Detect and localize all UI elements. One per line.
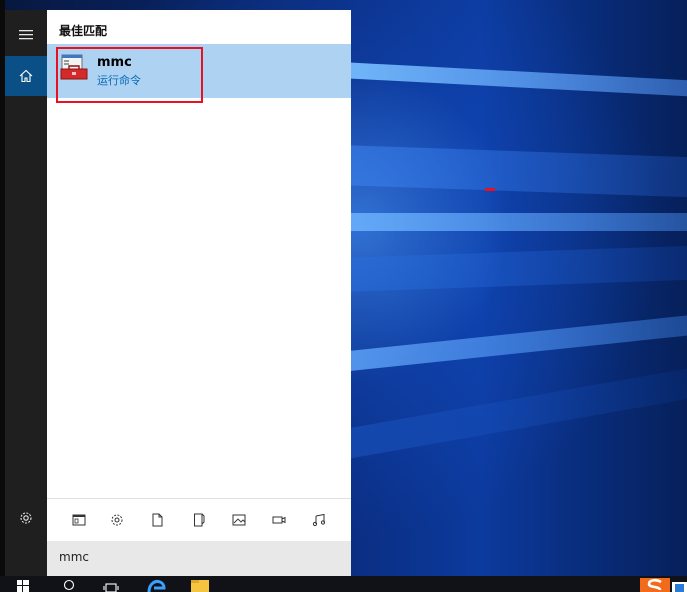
- light-beam: [339, 145, 687, 198]
- hamburger-menu-button[interactable]: [5, 14, 47, 54]
- start-button[interactable]: [16, 576, 30, 592]
- hamburger-menu-icon: [19, 30, 33, 40]
- filter-settings[interactable]: [105, 508, 129, 532]
- light-beam: [337, 367, 687, 460]
- home-icon: [19, 69, 33, 83]
- filter-documents[interactable]: [145, 508, 169, 532]
- edge-icon: [147, 580, 166, 592]
- sogou-ime-button[interactable]: [640, 576, 687, 592]
- light-beam: [340, 213, 687, 231]
- edge-button[interactable]: [146, 576, 166, 592]
- sogou-ime-icon: [640, 578, 687, 592]
- music-icon: [312, 513, 326, 527]
- folder-icon: [194, 513, 205, 527]
- search-filter-bar: [47, 498, 351, 541]
- search-icon: [63, 579, 75, 591]
- settings-button[interactable]: [5, 498, 47, 538]
- light-beam: [338, 314, 687, 372]
- file-explorer-button[interactable]: [190, 576, 210, 592]
- light-beam: [339, 245, 687, 292]
- taskbar: [0, 576, 687, 592]
- settings-icon: [111, 514, 123, 526]
- filter-music[interactable]: [307, 508, 331, 532]
- light-beam: [339, 62, 687, 97]
- search-input[interactable]: mmc: [47, 541, 351, 576]
- filter-folders[interactable]: [187, 508, 211, 532]
- filter-photos[interactable]: [227, 508, 251, 532]
- annotation-dash: [485, 188, 495, 191]
- photos-icon: [232, 514, 246, 526]
- taskbar-search-button[interactable]: [62, 576, 76, 592]
- start-rail: [5, 10, 47, 576]
- filter-apps[interactable]: [67, 508, 91, 532]
- search-query: mmc: [59, 550, 89, 564]
- home-button[interactable]: [5, 56, 47, 96]
- windows-start-icon: [17, 580, 29, 592]
- task-view-icon: [103, 583, 119, 592]
- document-icon: [152, 513, 163, 527]
- gear-icon: [20, 512, 32, 524]
- annotation-highlight-box: [56, 47, 203, 103]
- section-title: 最佳匹配: [59, 24, 108, 38]
- videos-icon: [272, 516, 286, 524]
- apps-icon: [72, 514, 86, 525]
- filter-videos[interactable]: [267, 508, 291, 532]
- file-explorer-icon: [191, 580, 209, 592]
- task-view-button[interactable]: [102, 576, 120, 592]
